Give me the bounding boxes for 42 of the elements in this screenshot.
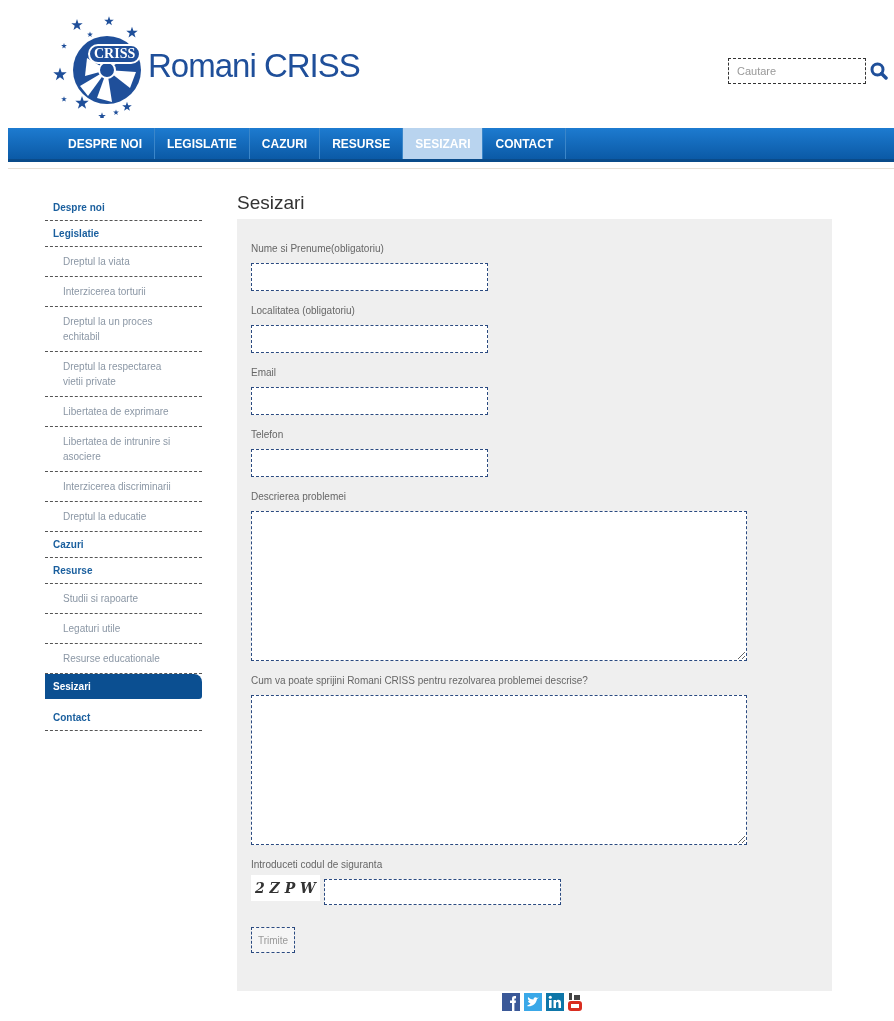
sidebar-subitem[interactable]: Dreptul la viata (45, 247, 202, 277)
input-field[interactable] (251, 263, 488, 291)
submit-button[interactable]: Trimite (251, 927, 296, 953)
field-label: Descrierea problemei (251, 490, 348, 504)
page-title: Sesizari (237, 191, 306, 215)
linkedin-icon[interactable] (545, 993, 564, 1011)
sidebar-subitem[interactable]: Libertatea de intrunire si asociere (45, 427, 202, 472)
field-label: Nume si Prenume(obligatoriu) (251, 242, 385, 256)
facebook-icon[interactable] (501, 993, 520, 1011)
nav-tab[interactable]: LEGISLATIE (155, 128, 250, 159)
captcha-field[interactable] (323, 879, 561, 905)
sidebar-subitem[interactable]: Legaturi utile (45, 614, 202, 644)
sidebar-subitem[interactable]: Dreptul la educatie (45, 502, 202, 532)
sidebar-subitem[interactable]: Interzicerea torturii (45, 277, 202, 307)
search-field[interactable]: Cautare (728, 58, 866, 84)
nav-tab[interactable]: DESPRE NOI (56, 128, 155, 159)
youtube-icon[interactable] (567, 993, 582, 1011)
sidebar-item[interactable]: Despre noi (45, 195, 202, 221)
sidebar-item[interactable]: Contact (45, 705, 202, 731)
field-label: Localitatea (obligatoriu) (251, 304, 356, 318)
search-icon[interactable] (870, 62, 888, 80)
sidebar-subitem[interactable]: Dreptul la respectarea vietii private (45, 352, 202, 397)
captcha-image: 2 Z P W (251, 875, 320, 901)
sidebar-subitem[interactable]: Libertatea de exprimare (45, 397, 202, 427)
sidebar-subitem[interactable]: Dreptul la un proces echitabil (45, 307, 202, 352)
field-label: Email (251, 366, 277, 380)
sidebar-item[interactable]: Legislatie (45, 221, 202, 247)
input-field[interactable] (251, 449, 488, 477)
nav-tab[interactable]: CONTACT (483, 128, 567, 159)
field-label: Introduceti codul de siguranta (251, 858, 384, 872)
field-label: Telefon (251, 428, 285, 442)
field-label: Cum va poate sprijini Romani CRISS pentru rezolvarea problemei descrise? (251, 674, 589, 688)
sidebar-subitem[interactable]: Studii si rapoarte (45, 584, 202, 614)
sidebar-subitem[interactable]: Interzicerea discriminarii (45, 472, 202, 502)
sidebar-item[interactable]: Sesizari (45, 674, 202, 699)
site-name[interactable]: Romani CRISS (148, 41, 360, 91)
sidebar-item[interactable]: Resurse (45, 558, 202, 584)
sidebar-item[interactable]: Cazuri (45, 532, 202, 558)
input-field[interactable] (251, 387, 488, 415)
nav-tab[interactable]: CAZURI (249, 128, 321, 159)
input-field[interactable] (251, 325, 488, 353)
logo-badge: CRISS (88, 44, 142, 64)
